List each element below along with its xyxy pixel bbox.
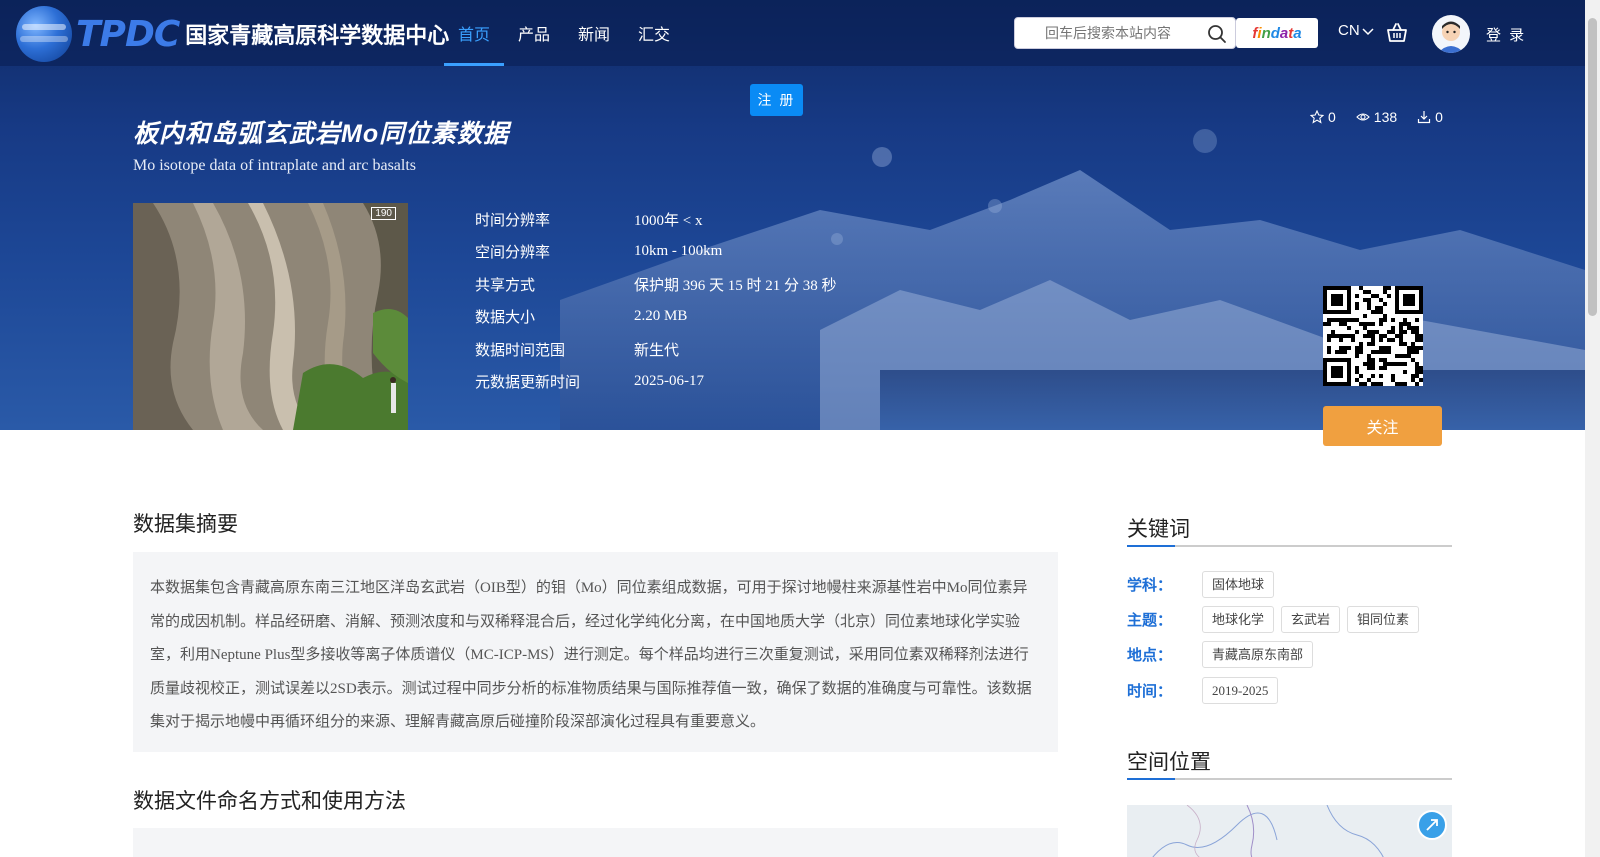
meta-row-spatial-resolution: 空间分辨率 10km - 100km: [475, 236, 837, 269]
language-selector[interactable]: CN: [1338, 22, 1374, 39]
meta-value: 10km - 100km: [634, 243, 723, 260]
logo-site-name: 国家青藏高原科学数据中心: [185, 23, 450, 48]
usage-box: [133, 828, 1058, 857]
download-count: 0: [1417, 109, 1443, 125]
search-box: [1014, 17, 1236, 49]
map-rivers: [1152, 805, 1384, 857]
findata-letter: d: [1270, 24, 1280, 42]
expand-map-icon[interactable]: [1417, 810, 1447, 840]
scrollbar-thumb[interactable]: [1588, 18, 1597, 316]
keyword-tag[interactable]: 固体地球: [1202, 571, 1275, 598]
meta-key: 数据大小: [475, 309, 536, 327]
usage-title: 数据文件命名方式和使用方法: [133, 790, 406, 813]
meta-key: 时间分辨率: [475, 211, 551, 229]
keyword-label: 主题：: [1127, 612, 1173, 629]
findata-letter: a: [1279, 24, 1289, 42]
globe-logo-icon: [16, 6, 72, 62]
keyword-label: 学科：: [1127, 577, 1173, 594]
top-navigation-bar: TPDC 国家青藏高原科学数据中心 首页 产品 新闻 汇交 findata CN: [0, 0, 1585, 66]
nav-item-home[interactable]: 首页: [444, 0, 505, 66]
keywords-title: 关键词: [1127, 518, 1190, 541]
findata-button[interactable]: findata: [1236, 18, 1318, 48]
abstract-box: 本数据集包含青藏高原东南三江地区洋岛玄武岩（OIB型）的钼（Mo）同位素组成数据…: [133, 552, 1058, 752]
star-count[interactable]: 0: [1310, 109, 1336, 125]
meta-row-time-range: 数据时间范围 新生代: [475, 333, 837, 366]
keyword-row-discipline: 学科： 固体地球: [1127, 571, 1275, 598]
search-input[interactable]: [1045, 18, 1225, 48]
dataset-thumbnail[interactable]: 190: [133, 203, 408, 430]
keyword-row-place: 地点： 青藏高原东南部: [1127, 641, 1314, 668]
nav-item-news[interactable]: 新闻: [564, 0, 624, 66]
register-button[interactable]: 注 册: [750, 84, 803, 116]
location-divider: [1127, 778, 1452, 780]
keyword-row-theme: 主题： 地球化学 玄武岩 钼同位素: [1127, 606, 1420, 633]
site-logo[interactable]: TPDC 国家青藏高原科学数据中心: [16, 4, 449, 64]
download-count-value: 0: [1435, 109, 1443, 125]
meta-row-data-size: 数据大小 2.20 MB: [475, 301, 837, 334]
expand-arrows-icon: [1426, 819, 1438, 831]
qr-code-icon: [1323, 286, 1423, 386]
keyword-tag[interactable]: 青藏高原东南部: [1202, 641, 1314, 668]
meta-key: 元数据更新时间: [475, 374, 581, 392]
nav-item-submit[interactable]: 汇交: [624, 0, 684, 66]
location-map[interactable]: [1127, 805, 1452, 857]
meta-row-time-resolution: 时间分辨率 1000年 < x: [475, 203, 837, 236]
meta-key: 数据时间范围: [475, 341, 566, 359]
meta-key: 空间分辨率: [475, 244, 551, 262]
keyword-tag[interactable]: 钼同位素: [1347, 606, 1420, 633]
user-avatar[interactable]: [1432, 15, 1470, 53]
dataset-stats: 0 138 0: [1310, 109, 1443, 125]
user-avatar-icon: [1438, 21, 1464, 53]
logo-abbreviation: TPDC: [76, 13, 180, 55]
keyword-tag[interactable]: 地球化学: [1202, 606, 1275, 633]
dataset-title-en: Mo isotope data of intraplate and arc ba…: [133, 157, 417, 174]
abstract-text: 本数据集包含青藏高原东南三江地区洋岛玄武岩（OIB型）的钼（Mo）同位素组成数据…: [150, 580, 1032, 730]
meta-value: 2.20 MB: [634, 308, 688, 325]
star-count-value: 0: [1328, 109, 1336, 125]
findata-letter: a: [1293, 24, 1302, 42]
eye-icon: [1356, 113, 1370, 121]
main-nav: 首页 产品 新闻 汇交: [444, 0, 684, 66]
meta-row-updated: 元数据更新时间 2025-06-17: [475, 366, 837, 399]
download-icon: [1418, 111, 1431, 124]
follow-button[interactable]: 关注: [1323, 406, 1442, 446]
nav-item-products[interactable]: 产品: [504, 0, 564, 66]
keyword-label: 时间：: [1127, 683, 1173, 700]
location-title: 空间位置: [1127, 751, 1211, 774]
meta-value: 保护期 396 天 15 时 21 分 38 秒: [634, 277, 837, 294]
keyword-label: 地点：: [1127, 647, 1173, 664]
basalt-cliff-photo: [133, 203, 408, 430]
dataset-title-cn: 板内和岛弧玄武岩Mo同位素数据: [133, 120, 510, 148]
meta-value: 新生代: [634, 342, 680, 359]
keyword-tag[interactable]: 2019-2025: [1202, 677, 1279, 704]
meta-row-sharing-mode: 共享方式 保护期 396 天 15 时 21 分 38 秒: [475, 268, 837, 301]
view-count: 138: [1356, 109, 1397, 125]
findata-letter: n: [1261, 24, 1271, 42]
login-link[interactable]: 登 录: [1486, 24, 1526, 45]
meta-key: 共享方式: [475, 276, 536, 294]
keywords-divider: [1127, 545, 1452, 547]
meta-value: 1000年 < x: [634, 212, 703, 229]
page-scrollbar[interactable]: [1585, 0, 1600, 857]
view-count-value: 138: [1373, 109, 1398, 125]
keyword-tag[interactable]: 玄武岩: [1281, 606, 1341, 633]
shopping-basket-icon[interactable]: [1386, 22, 1408, 44]
dataset-metadata: 时间分辨率 1000年 < x 空间分辨率 10km - 100km 共享方式 …: [475, 203, 837, 398]
thumbnail-scale-badge: 190: [371, 207, 396, 220]
chevron-down-icon: [1362, 27, 1374, 35]
meta-value: 2025-06-17: [634, 373, 704, 390]
keyword-row-time: 时间： 2019-2025: [1127, 677, 1279, 704]
star-icon: [1310, 110, 1324, 124]
search-icon[interactable]: [1207, 24, 1227, 44]
abstract-title: 数据集摘要: [133, 513, 238, 536]
language-label: CN: [1338, 22, 1360, 39]
